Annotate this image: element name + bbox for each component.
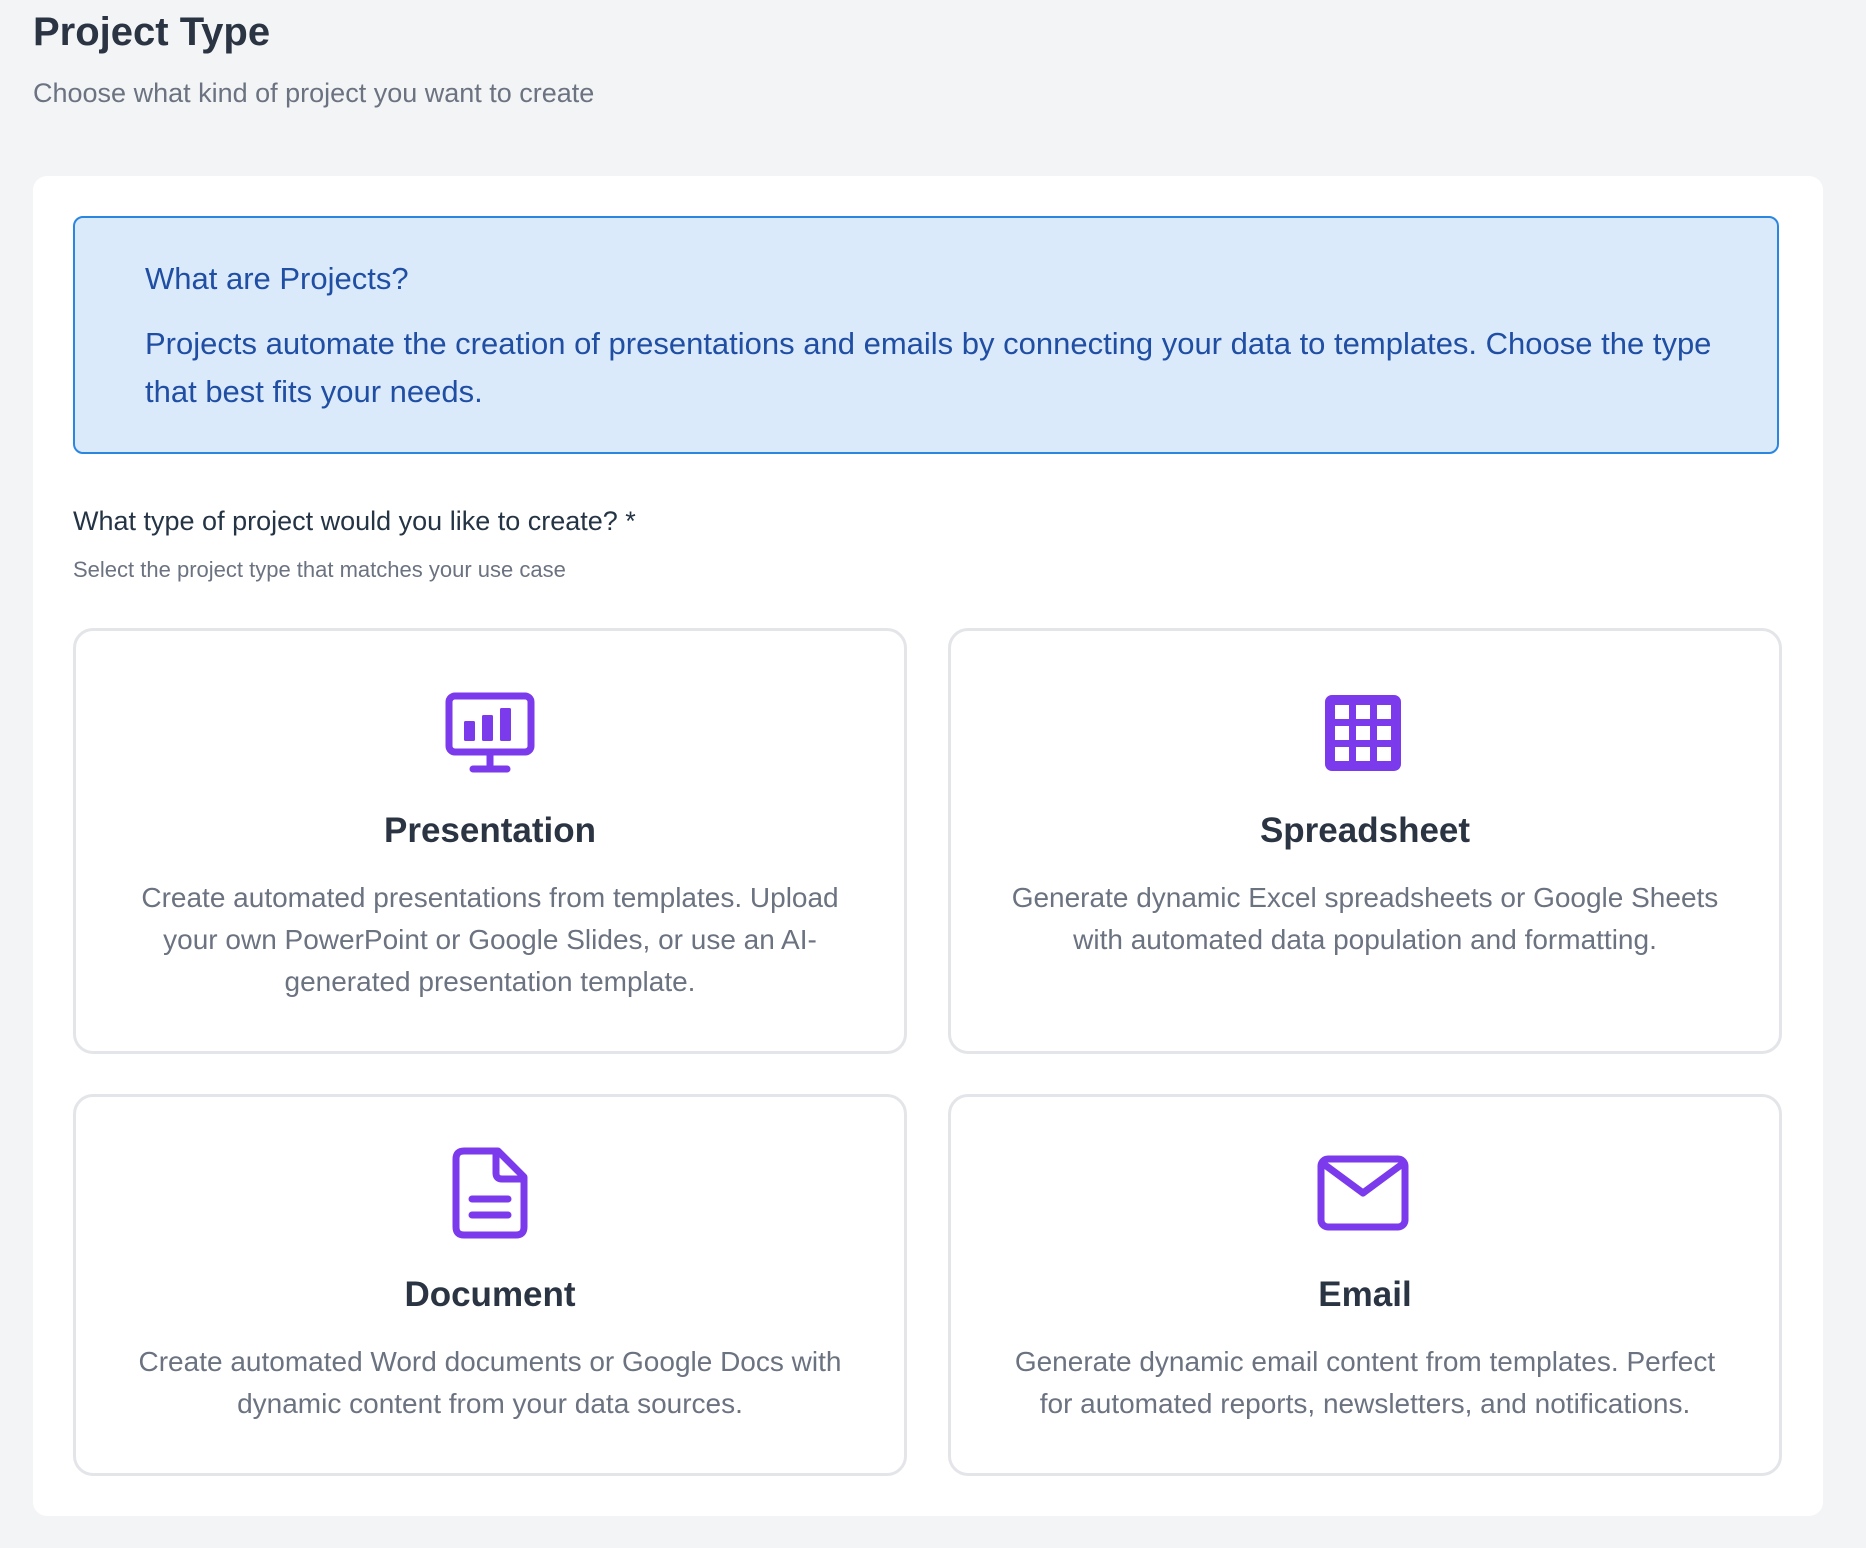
presentation-title: Presentation: [384, 811, 596, 850]
project-type-option-spreadsheet[interactable]: Spreadsheet Generate dynamic Excel sprea…: [948, 628, 1782, 1054]
document-icon: [440, 1143, 540, 1243]
info-title: What are Projects?: [145, 261, 409, 296]
document-description: Create automated Word documents or Googl…: [138, 1346, 842, 1419]
document-title: Document: [404, 1275, 576, 1314]
email-icon: [1313, 1143, 1413, 1243]
info-text: Projects automate the creation of presen…: [145, 326, 1712, 409]
info-callout: What are Projects? Projects automate the…: [73, 216, 1779, 454]
project-type-option-email[interactable]: Email Generate dynamic email content fro…: [948, 1094, 1782, 1476]
email-title: Email: [1318, 1275, 1412, 1314]
page-title: Project Type: [33, 10, 271, 54]
question-label: What type of project would you like to c…: [73, 506, 636, 536]
spreadsheet-title: Spreadsheet: [1259, 811, 1471, 850]
project-type-option-presentation[interactable]: Presentation Create automated presentati…: [73, 628, 907, 1054]
email-description: Generate dynamic email content from temp…: [1014, 1346, 1716, 1419]
page-subtitle: Choose what kind of project you want to …: [33, 78, 595, 108]
presentation-description: Create automated presentations from temp…: [141, 882, 839, 997]
spreadsheet-description: Generate dynamic Excel spreadsheets or G…: [1011, 882, 1719, 955]
question-hint: Select the project type that matches you…: [73, 557, 566, 582]
project-type-card: What are Projects? Projects automate the…: [33, 176, 1823, 1516]
spreadsheet-icon: [1313, 683, 1413, 783]
project-type-option-document[interactable]: Document Create automated Word documents…: [73, 1094, 907, 1476]
presentation-icon: [440, 683, 540, 783]
